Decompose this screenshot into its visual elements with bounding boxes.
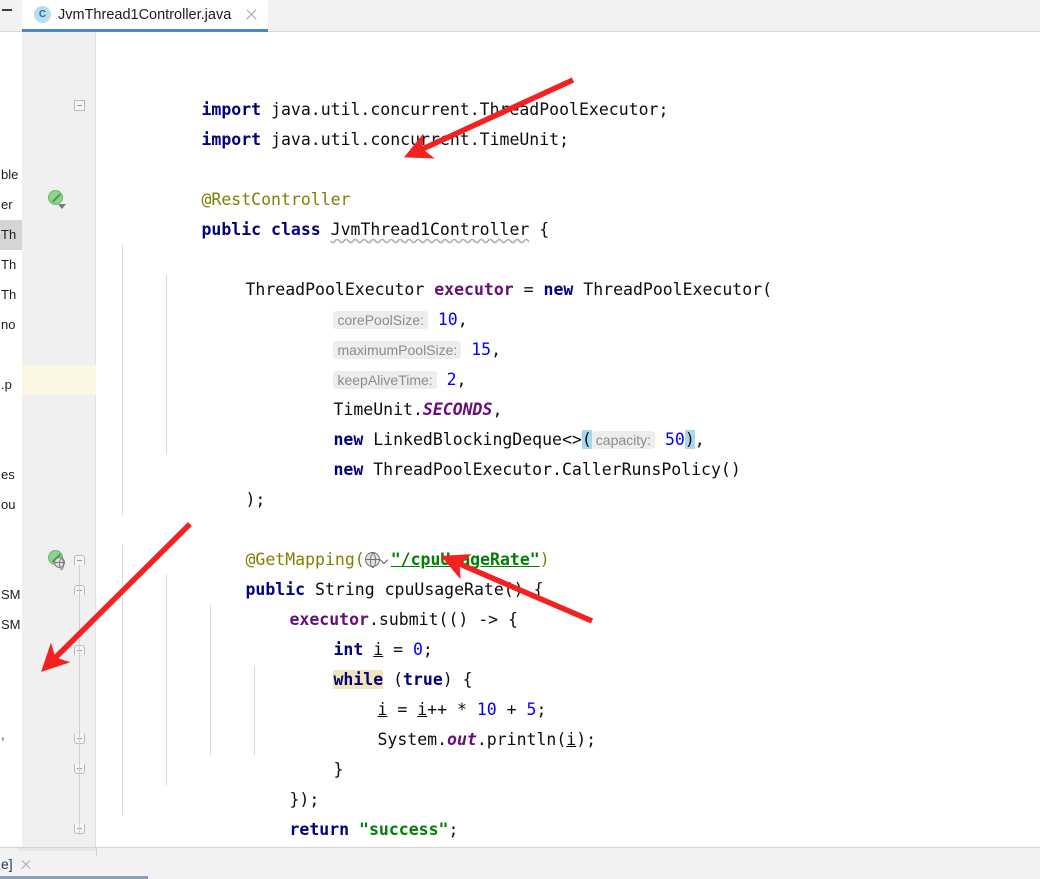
bottom-tab[interactable]: e] — [0, 852, 33, 876]
system-ref: System. — [377, 730, 448, 749]
strip-row: Th — [1, 287, 17, 302]
strip-row: no — [1, 317, 16, 332]
fold-marker[interactable] — [74, 100, 85, 111]
code-line-11[interactable]: public class JvmThread1Controller { — [122, 185, 549, 239]
fold-region-line — [79, 655, 80, 835]
code-line-26[interactable]: while (true) { — [254, 635, 473, 689]
code-line-31[interactable]: return "success"; — [210, 785, 458, 839]
strip-row: , — [1, 727, 5, 742]
tool-window-divider — [96, 848, 97, 856]
code-line-16[interactable]: keepAliveTime: 2, — [254, 335, 466, 389]
keyword-return: return — [289, 820, 350, 839]
bottom-tab-label: e] — [1, 856, 13, 872]
close-paren-semicolon: ); — [245, 490, 266, 509]
code-line-28[interactable]: System.out.println(i); — [298, 695, 596, 749]
comma: , — [491, 340, 502, 359]
println-call: .println( — [476, 730, 567, 749]
open-brace: { — [529, 220, 550, 239]
tool-window-nub — [18, 848, 96, 851]
indent-guide — [122, 245, 123, 515]
code-line-30[interactable]: }); — [210, 755, 319, 809]
code-line-15[interactable]: maximumPoolSize: 15, — [254, 305, 501, 359]
code-line-24[interactable]: executor.submit(() -> { — [210, 575, 518, 629]
editor-tab-bar: C JvmThread1Controller.java — [0, 0, 1040, 32]
code-line-13[interactable]: ThreadPoolExecutor executor = new Thread… — [166, 245, 772, 299]
strip-row: Th — [0, 220, 22, 250]
code-line-8[interactable]: import java.util.concurrent.TimeUnit; — [122, 95, 569, 149]
code-line-7[interactable]: import java.util.concurrent.ThreadPoolEx… — [122, 65, 668, 119]
code-editor[interactable]: 18 7 8 9 10 11 12 13 14 15 16 17 19 20 2… — [22, 32, 1040, 847]
ctor-threadpoolexecutor: ThreadPoolExecutor — [583, 280, 763, 299]
code-line-19[interactable]: new ThreadPoolExecutor.CallerRunsPolicy(… — [254, 425, 740, 479]
code-line-25[interactable]: int i = 0; — [254, 605, 432, 659]
tab-jvmthread1controller[interactable]: C JvmThread1Controller.java — [22, 0, 269, 32]
run-application-icon[interactable] — [48, 190, 63, 205]
semicolon: ; — [448, 820, 459, 839]
import-path: java.util.concurrent.TimeUnit; — [271, 130, 570, 149]
code-line-27[interactable]: i = i++ * 10 + 5; — [298, 665, 546, 719]
keyword-new: new — [333, 460, 364, 479]
close-icon[interactable] — [19, 857, 33, 871]
bottom-tool-window-bar: e] — [0, 847, 1040, 879]
strip-row: SM — [1, 587, 21, 602]
java-class-icon: C — [34, 6, 51, 23]
code-line-23[interactable]: public String cpuUsageRate() { — [166, 545, 543, 599]
idea-editor-window: ble er Th Th Th no ­.p es ou SM SM , C J… — [0, 0, 1040, 879]
close-brace: } — [333, 760, 344, 779]
call-tail: ); — [576, 730, 597, 749]
strip-row: Th — [1, 257, 17, 272]
field-out: out — [447, 730, 477, 749]
strip-row: ou — [1, 497, 16, 512]
strip-row: SM — [1, 617, 21, 632]
editor-gutter[interactable] — [22, 32, 96, 847]
code-line-22[interactable]: @GetMapping("/cpuUsageRate") — [166, 515, 549, 569]
strip-row: er — [1, 197, 13, 212]
code-line-10[interactable]: @RestController — [122, 155, 350, 209]
tab-title: JvmThread1Controller.java — [58, 6, 232, 23]
code-text-area[interactable]: import java.util.concurrent.ThreadPoolEx… — [96, 32, 1040, 847]
strip-row: ­.p — [1, 377, 12, 392]
globe-icon — [54, 557, 65, 570]
keyword-import: import — [201, 130, 262, 149]
close-icon[interactable] — [244, 7, 259, 22]
collapse-dash-icon — [2, 9, 12, 11]
callerrunspolicy-ctor: ThreadPoolExecutor.CallerRunsPolicy() — [373, 460, 741, 479]
value-maximumpoolsize: 15 — [471, 340, 492, 359]
string-success: "success" — [359, 820, 449, 839]
open-paren: ( — [762, 280, 773, 299]
assign-op: = — [513, 280, 544, 299]
run-dropdown-caret-icon[interactable] — [58, 204, 66, 209]
hidden-project-panel-strip: ble er Th Th Th no ­.p es ou SM SM , — [0, 32, 22, 847]
class-name: JvmThread1Controller — [330, 220, 530, 239]
code-line-14[interactable]: corePoolSize: 10, — [254, 275, 468, 329]
code-line-32[interactable]: } — [166, 815, 255, 845]
local-var-i: i — [566, 730, 577, 749]
keyword-class: class — [271, 220, 321, 239]
strip-row: ble — [1, 167, 19, 182]
fold-marker[interactable] — [74, 555, 85, 565]
indent-guide — [122, 545, 123, 815]
code-line-20[interactable]: ); — [166, 455, 265, 509]
code-line-29[interactable]: } — [254, 725, 343, 779]
code-line-17[interactable]: TimeUnit.SECONDS, — [254, 365, 502, 419]
keyword-public: public — [201, 220, 262, 239]
code-line-18[interactable]: new LinkedBlockingDeque<>(capacity: 50), — [254, 395, 705, 449]
strip-row: es — [1, 467, 15, 482]
keyword-new: new — [543, 280, 574, 299]
